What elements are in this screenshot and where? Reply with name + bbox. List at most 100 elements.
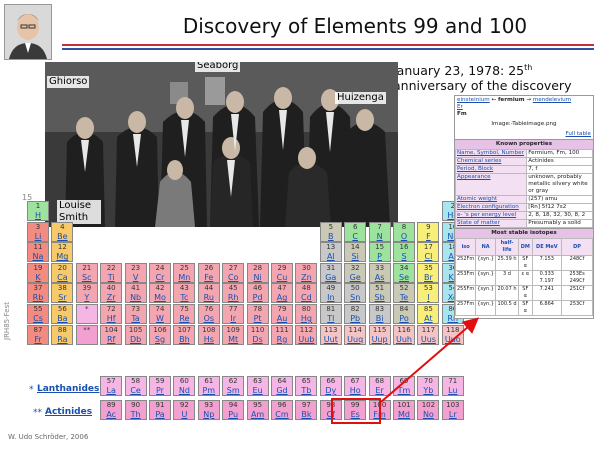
element-cell[interactable]: 34 Se (393, 262, 415, 283)
element-symbol[interactable]: Uuq (345, 335, 365, 344)
element-cell[interactable]: 89 Ac (100, 400, 123, 420)
element-cell[interactable]: 13 Al (319, 242, 342, 263)
element-cell[interactable]: 31 Ga (319, 262, 342, 283)
element-symbol[interactable]: Rf (101, 335, 121, 344)
element-symbol[interactable]: Pa (150, 410, 170, 419)
element-symbol[interactable]: Ds (248, 335, 268, 344)
element-cell[interactable]: 114 Uuq (344, 324, 367, 345)
element-symbol[interactable]: Br (418, 273, 438, 282)
element-symbol[interactable]: Pb (345, 314, 365, 323)
element-symbol[interactable]: Ce (126, 386, 146, 395)
element-cell[interactable]: 55 Cs (27, 304, 49, 324)
element-cell[interactable]: 90 Th (124, 400, 147, 420)
element-cell[interactable]: 25 Mn (173, 262, 196, 283)
element-symbol[interactable]: Ho (345, 386, 365, 395)
element-symbol[interactable]: Sn (345, 293, 365, 302)
element-cell[interactable]: 49 In (319, 283, 342, 304)
element-cell[interactable]: 76 Os (197, 304, 220, 324)
element-cell[interactable]: 15 P (368, 242, 391, 263)
element-symbol[interactable]: C (345, 232, 365, 241)
element-symbol[interactable]: La (101, 386, 121, 395)
element-cell[interactable]: 58 Ce (124, 376, 147, 396)
element-cell[interactable]: 12 Mg (51, 242, 74, 263)
element-symbol[interactable]: Mg (52, 252, 72, 261)
element-symbol[interactable]: S (394, 252, 414, 261)
element-cell[interactable]: 65 Tb (295, 376, 318, 396)
element-cell[interactable]: 43 Tc (173, 283, 196, 304)
element-symbol[interactable]: Co (223, 273, 243, 282)
element-cell[interactable]: 63 Eu (246, 376, 269, 396)
element-cell[interactable]: 61 Pm (197, 376, 220, 396)
element-symbol[interactable]: Re (174, 314, 194, 323)
property-key[interactable]: Chemical series (455, 157, 528, 166)
element-cell[interactable]: 60 Nd (173, 376, 196, 396)
element-cell[interactable]: 78 Pt (246, 304, 269, 324)
element-cell[interactable]: 27 Co (222, 262, 245, 283)
element-cell[interactable]: 111 Rg (271, 324, 293, 345)
element-symbol[interactable]: Au (272, 314, 292, 323)
element-cell[interactable]: 46 Pd (246, 283, 269, 304)
element-symbol[interactable]: Mt (223, 335, 243, 344)
element-symbol[interactable]: At (418, 314, 438, 323)
element-cell[interactable]: 88 Ra (51, 324, 74, 345)
element-cell[interactable]: 83 Bi (368, 304, 391, 324)
element-cell[interactable]: 72 Hf (100, 304, 123, 324)
element-cell[interactable]: 38 Sr (51, 283, 74, 304)
element-cell[interactable]: 21 Sc (75, 262, 98, 283)
element-symbol[interactable]: Al (321, 252, 341, 261)
element-symbol[interactable]: Be (52, 232, 72, 241)
element-cell[interactable]: 69 Tm (393, 376, 415, 396)
element-symbol[interactable]: Mo (150, 293, 170, 302)
element-symbol[interactable]: K (28, 273, 48, 282)
element-symbol[interactable]: Na (28, 252, 48, 261)
element-symbol[interactable]: Hg (296, 314, 316, 323)
element-symbol[interactable]: Uuh (394, 335, 414, 344)
element-cell[interactable]: 117 Uus (417, 324, 440, 345)
element-symbol[interactable]: I (418, 293, 438, 302)
element-cell[interactable]: 101 Md (393, 400, 415, 420)
element-symbol[interactable]: Dy (321, 386, 341, 395)
element-cell[interactable]: 6C (344, 221, 367, 242)
element-symbol[interactable]: Li (28, 232, 48, 241)
element-symbol[interactable]: Ag (272, 293, 292, 302)
element-cell[interactable]: 59 Pr (149, 376, 171, 396)
element-symbol[interactable]: No (418, 410, 438, 419)
element-cell[interactable]: 84 Po (393, 304, 415, 324)
element-symbol[interactable]: Hf (101, 314, 121, 323)
element-symbol[interactable]: Uub (296, 335, 316, 344)
nav-er[interactable]: Er (457, 104, 463, 110)
element-symbol[interactable]: Tm (394, 386, 414, 395)
element-cell[interactable]: 52 Te (393, 283, 415, 304)
property-key[interactable]: e- 's per energy level (455, 211, 528, 220)
element-cell[interactable]: 95 Am (246, 400, 269, 420)
element-symbol[interactable]: Os (199, 314, 219, 323)
element-symbol[interactable]: Ba (52, 314, 72, 323)
element-cell[interactable]: 104 Rf (100, 324, 123, 345)
element-cell[interactable]: 9F (417, 221, 440, 242)
element-cell[interactable]: 74 W (149, 304, 171, 324)
element-symbol[interactable]: Y (77, 293, 97, 302)
element-cell[interactable]: 53 I (417, 283, 440, 304)
element-symbol[interactable]: Cu (272, 273, 292, 282)
element-cell[interactable]: 85 At (417, 304, 440, 324)
element-symbol[interactable]: Uus (418, 335, 438, 344)
element-cell[interactable]: 62 Sm (222, 376, 245, 396)
element-cell[interactable]: 22 Ti (100, 262, 123, 283)
element-cell[interactable]: 32 Ge (344, 262, 367, 283)
element-cell[interactable]: 103 Lr (441, 400, 464, 420)
element-symbol[interactable]: Fr (28, 335, 48, 344)
element-cell[interactable]: 107 Bh (173, 324, 196, 345)
element-symbol[interactable]: Ta (126, 314, 146, 323)
element-cell[interactable]: 79 Au (271, 304, 293, 324)
element-symbol[interactable]: O (394, 232, 414, 241)
element-cell[interactable]: 26 Fe (197, 262, 220, 283)
element-cell[interactable]: 20 Ca (51, 262, 74, 283)
element-cell[interactable]: 44 Ru (197, 283, 220, 304)
element-symbol[interactable]: W (150, 314, 170, 323)
element-symbol[interactable]: Cd (296, 293, 316, 302)
element-symbol[interactable]: H (28, 211, 48, 220)
element-symbol[interactable]: Pu (223, 410, 243, 419)
element-cell[interactable]: 92 U (173, 400, 196, 420)
element-cell[interactable]: 82 Pb (344, 304, 367, 324)
element-symbol[interactable]: Fe (199, 273, 219, 282)
